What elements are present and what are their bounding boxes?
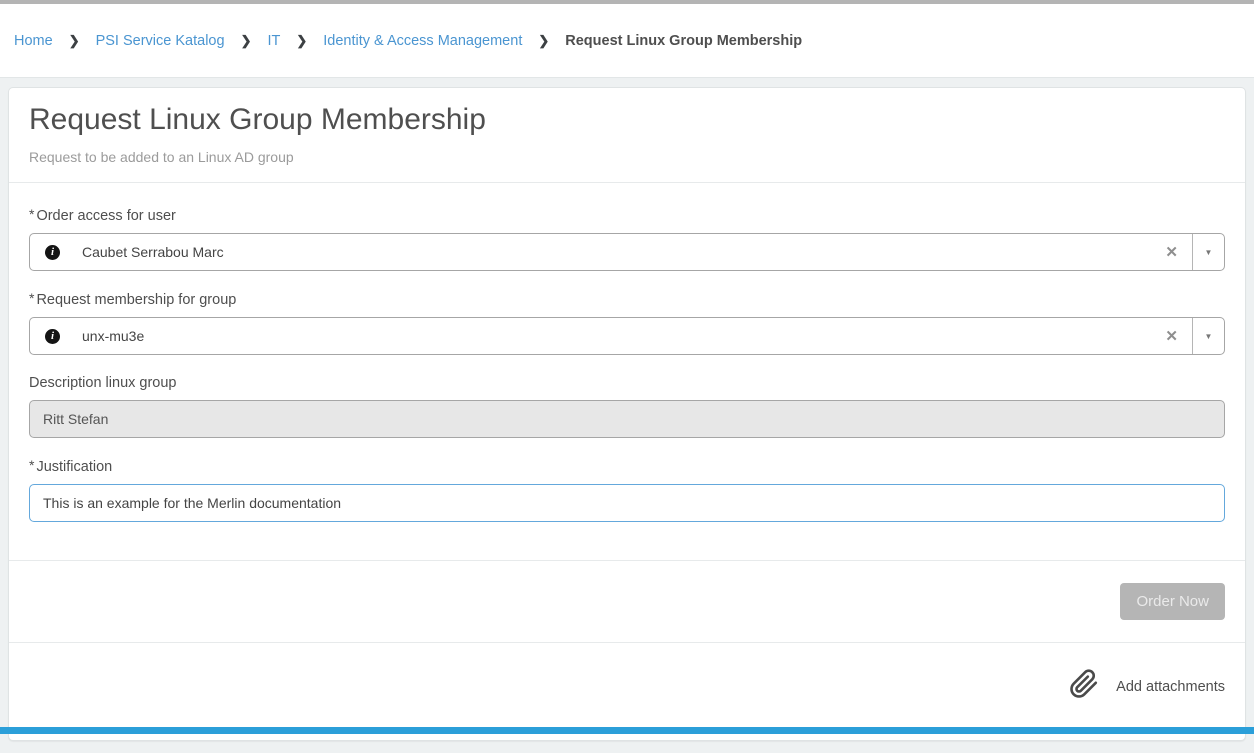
clear-icon[interactable]: ✕ [1151, 243, 1192, 261]
bottom-accent-bar [0, 727, 1254, 734]
breadcrumb: Home ❯ PSI Service Katalog ❯ IT ❯ Identi… [0, 4, 1254, 78]
group-select-dropdown-toggle[interactable]: ▼ [1192, 318, 1224, 354]
info-icon: i [45, 329, 60, 344]
field-label: Description linux group [29, 375, 1225, 391]
user-select-value: Caubet Serrabou Marc [82, 244, 1151, 260]
breadcrumb-link-it[interactable]: IT [267, 33, 280, 49]
required-marker: * [29, 206, 34, 222]
field-label: *Request membership for group [29, 291, 1225, 308]
field-group-order-access-user: *Order access for user i Caubet Serrabou… [29, 207, 1225, 271]
clear-icon[interactable]: ✕ [1151, 327, 1192, 345]
breadcrumb-link-service-katalog[interactable]: PSI Service Katalog [96, 33, 225, 49]
field-group-description: Description linux group [29, 375, 1225, 438]
form-body: *Order access for user i Caubet Serrabou… [9, 183, 1245, 560]
attachments-footer: Add attachments [9, 642, 1245, 740]
form-actions-footer: Order Now [9, 560, 1245, 642]
group-select-value: unx-mu3e [82, 328, 1151, 344]
chevron-right-icon: ❯ [296, 33, 307, 49]
info-icon: i [45, 245, 60, 260]
description-field [29, 400, 1225, 438]
chevron-down-icon: ▼ [1205, 248, 1213, 257]
breadcrumb-current-page: Request Linux Group Membership [565, 33, 802, 49]
chevron-right-icon: ❯ [538, 33, 549, 49]
request-form-card: Request Linux Group Membership Request t… [8, 87, 1246, 741]
justification-field[interactable] [29, 484, 1225, 522]
add-attachments-label[interactable]: Add attachments [1116, 679, 1225, 695]
page-title: Request Linux Group Membership [29, 103, 1225, 137]
required-marker: * [29, 290, 34, 306]
field-group-membership-group: *Request membership for group i unx-mu3e… [29, 291, 1225, 355]
user-select[interactable]: i Caubet Serrabou Marc ✕ ▼ [29, 233, 1225, 271]
breadcrumb-link-home[interactable]: Home [14, 33, 53, 49]
field-group-justification: *Justification [29, 458, 1225, 522]
page-subtitle: Request to be added to an Linux AD group [29, 149, 1225, 165]
breadcrumb-link-identity-access[interactable]: Identity & Access Management [323, 33, 522, 49]
user-select-dropdown-toggle[interactable]: ▼ [1192, 234, 1224, 270]
order-now-button[interactable]: Order Now [1120, 583, 1225, 620]
chevron-right-icon: ❯ [69, 33, 80, 49]
required-marker: * [29, 457, 34, 473]
chevron-right-icon: ❯ [241, 33, 252, 49]
field-label: *Justification [29, 458, 1225, 475]
paperclip-icon[interactable] [1069, 669, 1099, 704]
field-label: *Order access for user [29, 207, 1225, 224]
group-select[interactable]: i unx-mu3e ✕ ▼ [29, 317, 1225, 355]
chevron-down-icon: ▼ [1205, 332, 1213, 341]
form-header: Request Linux Group Membership Request t… [9, 88, 1245, 183]
